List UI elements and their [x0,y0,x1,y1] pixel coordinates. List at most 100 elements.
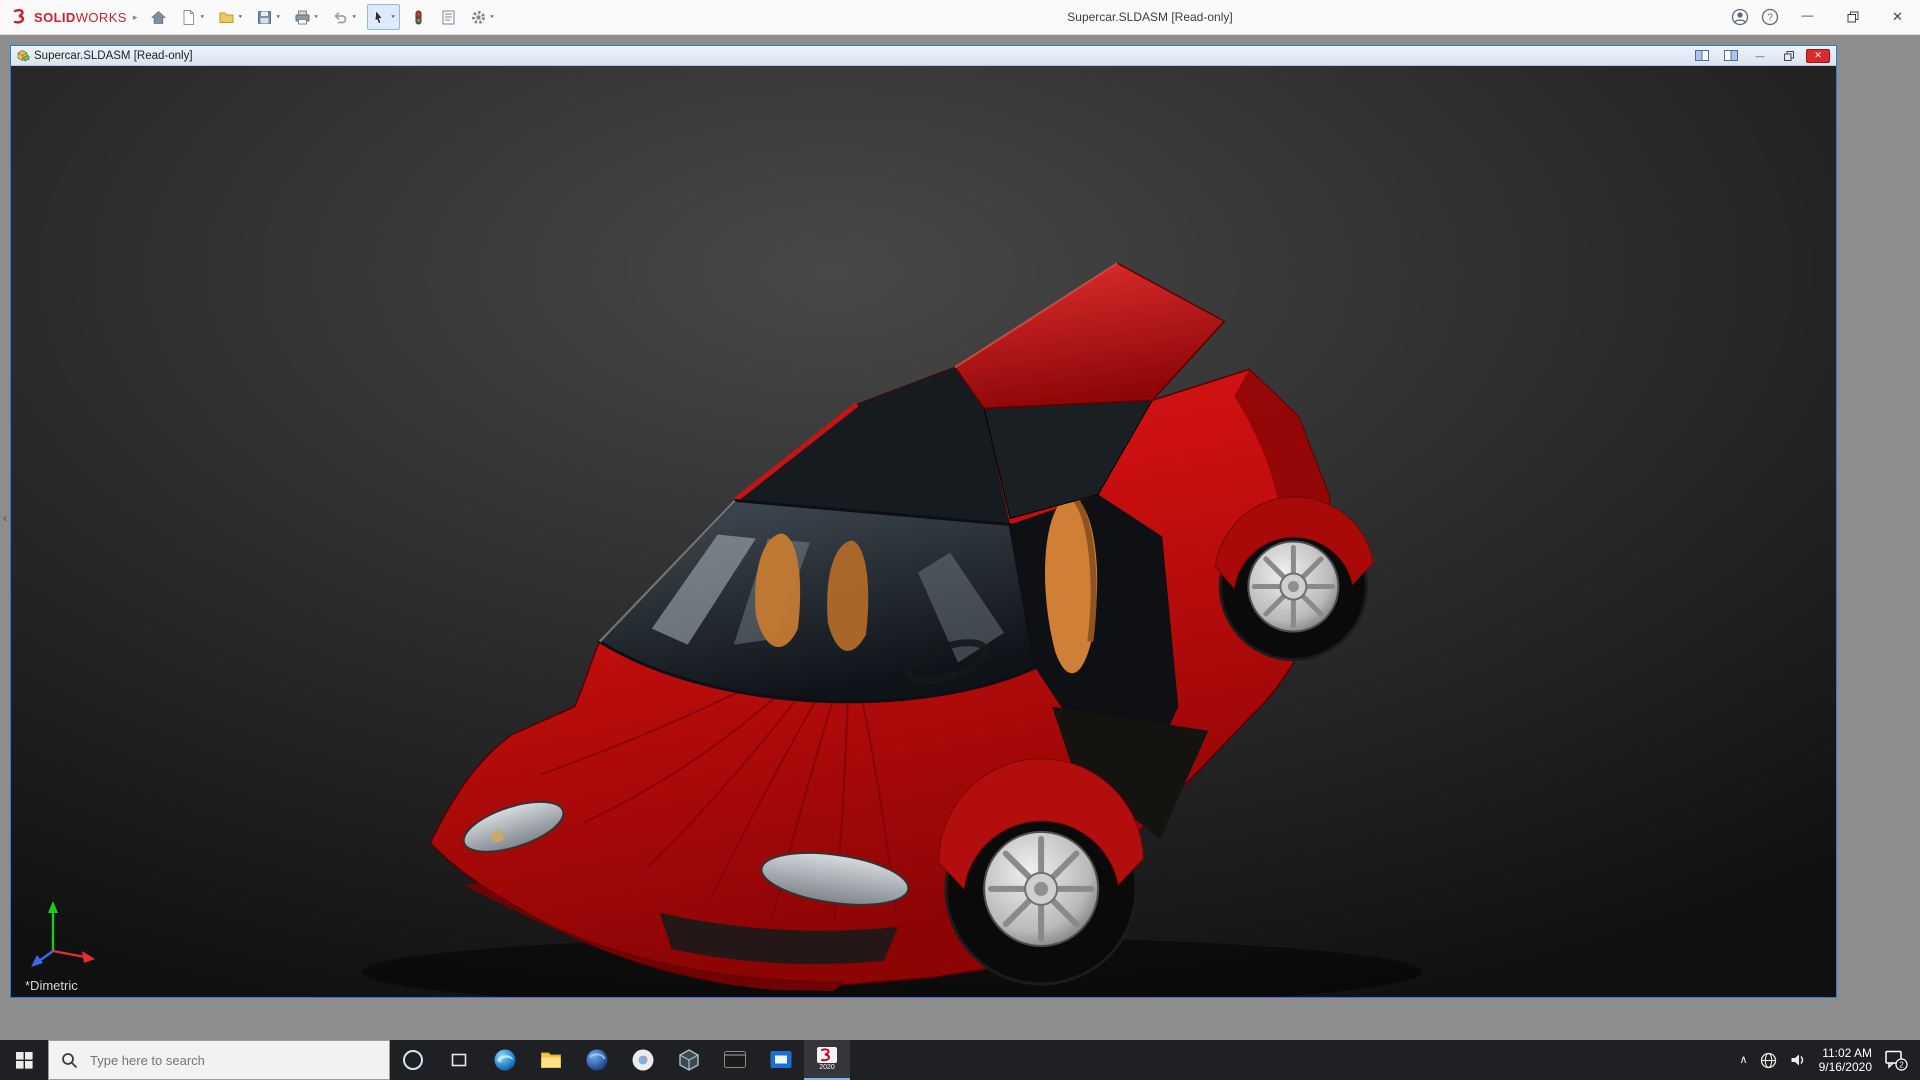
clock-date: 9/16/2020 [1819,1060,1872,1074]
brand-wordmark: SOLIDWORKS [34,10,127,25]
file-properties-button[interactable] [437,4,460,30]
pane-right-toggle-button[interactable] [1719,49,1743,63]
document-minimize-button[interactable]: — [1748,49,1772,63]
document-minimize-icon: — [1756,51,1765,61]
pane-right-icon [1724,50,1738,61]
new-document-dropdown[interactable]: ▼ [199,15,205,20]
mdi-workspace: ‹ Supercar.SLDASM [Read-only] [0,35,1920,1040]
solidworks-year-label: 2020 [819,1064,835,1072]
close-icon: ✕ [1892,9,1903,25]
solidworks-logo: SOLIDWORKS [10,7,127,27]
search-icon [61,1052,78,1069]
select-tool-dropdown[interactable]: ▼ [390,15,396,20]
select-tool-button[interactable]: ▼ [367,4,400,30]
edge-icon [493,1048,517,1072]
open-button[interactable]: ▼ [215,4,246,30]
search-input[interactable] [88,1052,368,1069]
assembly-document-icon [15,48,30,63]
app-titlebar: SOLIDWORKS ▸ ▼ ▼ ▼ [0,0,1920,35]
clock-time: 11:02 AM [1819,1046,1872,1060]
rear-wheel [1215,497,1373,660]
system-tray: ∧ 11:02 AM 9/16/2020 2 [1740,1040,1920,1080]
document-title: Supercar.SLDASM [Read-only] [34,50,193,62]
solidworks-taskbar-icon [816,1046,838,1064]
windows-taskbar: 2020 ∧ 11:02 AM 9/16/2020 2 [0,1040,1920,1080]
taskbar-search[interactable] [48,1040,390,1080]
viewer-3d-icon [677,1048,701,1072]
minimize-window-button[interactable]: — [1785,0,1830,35]
options-button[interactable]: ▼ [467,4,498,30]
titlebar-right-controls: ? — ✕ [1725,0,1920,34]
undo-icon [332,9,349,26]
document-titlebar[interactable]: Supercar.SLDASM [Read-only] — [11,46,1836,66]
document-window: Supercar.SLDASM [Read-only] — [10,45,1837,998]
media-app-icon [769,1048,793,1072]
home-icon [150,9,167,26]
document-close-button[interactable]: ✕ [1806,49,1830,63]
app-title: Supercar.SLDASM [Read-only] [380,10,1920,24]
save-icon [256,9,273,26]
windows-logo-icon [16,1052,33,1069]
print-button[interactable]: ▼ [291,4,322,30]
restore-window-button[interactable] [1830,0,1875,35]
close-window-button[interactable]: ✕ [1875,0,1920,35]
task-view-button[interactable] [436,1040,482,1080]
tray-overflow-button[interactable]: ∧ [1740,1053,1748,1066]
quick-access-toolbar: ▼ ▼ ▼ ▼ [147,4,498,30]
print-icon [294,9,311,26]
cortana-icon [403,1050,423,1070]
brand-works: WORKS [76,10,127,25]
menu-flyout-icon[interactable]: ▸ [133,12,138,23]
console-button[interactable] [712,1040,758,1080]
file-properties-icon [440,9,457,26]
browser-icon [585,1048,609,1072]
save-button[interactable]: ▼ [253,4,284,30]
browser-button[interactable] [574,1040,620,1080]
solidworks-taskbar-button[interactable]: 2020 [804,1040,850,1080]
account-button[interactable] [1725,0,1755,35]
select-cursor-icon [371,9,388,26]
pane-left-toggle-button[interactable] [1690,49,1714,63]
brand-solid: SOLID [34,10,76,25]
graphics-viewport[interactable]: *Dimetric [11,66,1836,997]
network-globe-icon[interactable] [1760,1052,1777,1069]
cortana-button[interactable] [390,1040,436,1080]
document-window-controls: — ✕ [1690,49,1832,63]
undo-button[interactable]: ▼ [329,4,360,30]
view-orientation-label: *Dimetric [25,978,78,993]
document-restore-button[interactable] [1777,49,1801,63]
start-button[interactable] [0,1040,48,1080]
supercar-3d-model[interactable] [11,66,1836,997]
notification-badge: 2 [1899,1060,1904,1070]
open-dropdown[interactable]: ▼ [237,15,243,20]
new-document-button[interactable]: ▼ [177,4,208,30]
taskbar-clock[interactable]: 11:02 AM 9/16/2020 [1819,1046,1872,1074]
rebuild-button[interactable] [407,4,430,30]
new-document-icon [180,9,197,26]
svg-text:?: ? [1767,13,1773,24]
file-explorer-button[interactable] [528,1040,574,1080]
photos-icon [631,1048,655,1072]
print-dropdown[interactable]: ▼ [313,15,319,20]
photos-button[interactable] [620,1040,666,1080]
document-close-icon: ✕ [1814,50,1822,61]
media-app-button[interactable] [758,1040,804,1080]
solidworks-logo-icon [10,7,30,27]
front-wheel [939,759,1143,984]
home-button[interactable] [147,4,170,30]
undo-dropdown[interactable]: ▼ [351,15,357,20]
document-restore-icon [1784,51,1794,61]
edge-button[interactable] [482,1040,528,1080]
options-gear-icon [470,9,487,26]
rebuild-traffic-light-icon [410,9,427,26]
panel-collapse-arrow[interactable]: ‹ [0,505,10,531]
user-account-icon [1731,8,1749,26]
help-button[interactable]: ? [1755,0,1785,35]
options-dropdown[interactable]: ▼ [489,15,495,20]
file-explorer-icon [539,1048,563,1072]
viewer-3d-button[interactable] [666,1040,712,1080]
help-icon: ? [1761,8,1779,26]
action-center-button[interactable]: 2 [1884,1049,1908,1071]
save-dropdown[interactable]: ▼ [275,15,281,20]
volume-icon[interactable] [1789,1051,1807,1069]
